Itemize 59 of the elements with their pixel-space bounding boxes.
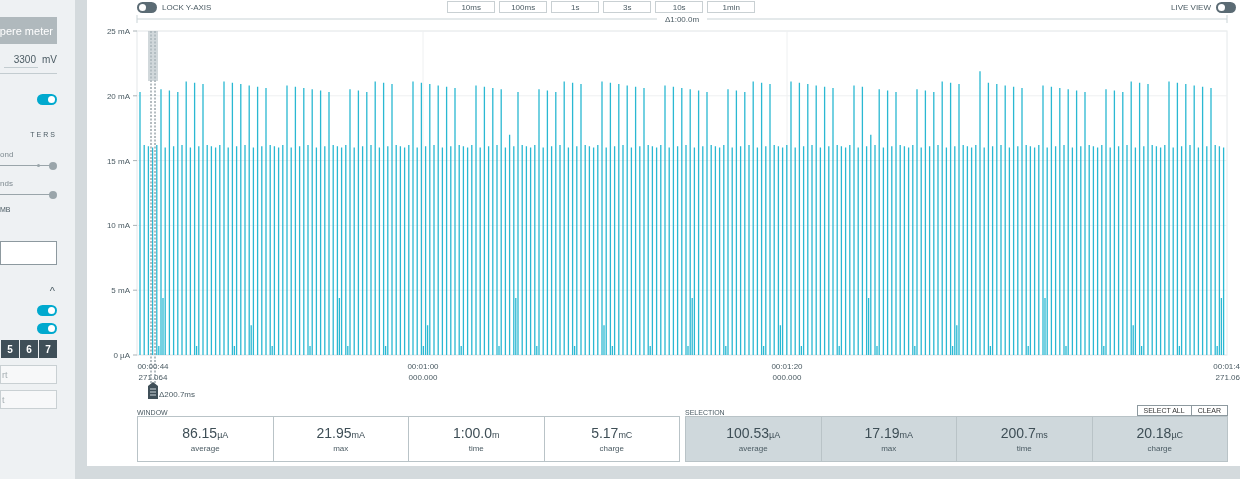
x-axis-label: 00:01:4 — [1213, 362, 1240, 371]
x-axis-label: 000.000 — [772, 373, 802, 382]
slider-label: nds — [0, 179, 14, 188]
x-axis-label: 00:01:20 — [771, 362, 803, 371]
stat-value: 86.15µA — [182, 424, 229, 441]
stat-value: 17.19mA — [864, 424, 913, 441]
voltage-value[interactable]: 3300 — [3, 54, 38, 68]
input-field[interactable]: rt — [0, 365, 57, 384]
zoom-button[interactable]: 10s — [655, 1, 704, 13]
toggle-label: LOCK Y-AXIS — [162, 2, 212, 12]
zoom-button[interactable]: 1s — [551, 1, 600, 13]
y-axis-label: 5 mA — [111, 286, 130, 296]
stat-label: charge — [599, 443, 624, 453]
channel-button[interactable]: 7 — [39, 340, 57, 358]
voltage-unit: mV — [42, 54, 57, 65]
x-axis-label: 00:00:44 — [137, 362, 169, 371]
slider-label: ond — [0, 150, 15, 159]
zoom-button[interactable]: 3s — [603, 1, 652, 13]
y-axis-label: 25 mA — [106, 27, 130, 36]
stat-value: 5.17mC — [591, 424, 633, 441]
stat-value: 20.18µC — [1136, 424, 1184, 441]
zoom-button[interactable]: 1min — [707, 1, 756, 13]
x-axis-label: 00:01:00 — [407, 362, 439, 371]
y-axis-label: 15 mA — [106, 156, 130, 166]
input-field[interactable]: t — [0, 390, 57, 409]
toggle-switch[interactable] — [1216, 1, 1236, 13]
range-label: Δ1:00.0m — [664, 15, 700, 24]
stat-value: 100.53µA — [726, 424, 781, 441]
stat-label: time — [1016, 443, 1032, 453]
input-field[interactable] — [0, 241, 57, 265]
stat-label: average — [190, 443, 220, 453]
stat-label: average — [738, 443, 768, 453]
zoom-button[interactable]: 10ms — [447, 1, 496, 13]
handle-icon[interactable] — [148, 382, 158, 399]
toggle-switch[interactable] — [37, 94, 57, 105]
y-axis-label: 0 µA — [113, 351, 130, 360]
stat-value: 200.7ms — [1000, 424, 1048, 441]
zoom-button[interactable]: 100ms — [499, 1, 548, 13]
x-axis-label: 271.064 — [138, 373, 168, 382]
y-axis-label: 20 mA — [106, 91, 130, 101]
channel-button[interactable]: 6 — [20, 340, 38, 358]
toggle-switch[interactable] — [137, 1, 157, 13]
y-axis-label: 10 mA — [106, 221, 130, 231]
collapse-icon[interactable]: ^ — [49, 285, 55, 297]
channel-button[interactable]: 5 — [1, 340, 19, 358]
stat-label: time — [468, 443, 484, 453]
x-axis-label: 000.000 — [408, 373, 438, 382]
cursor-label: Δ200.7ms — [159, 390, 196, 399]
stat-label: charge — [1147, 443, 1172, 453]
stat-label: max — [881, 443, 897, 453]
stat-value: 1:00.0m — [453, 424, 500, 441]
x-axis-label: 271.06 — [1215, 373, 1240, 382]
stat-value: 21.95mA — [316, 424, 365, 441]
toggle-switch[interactable] — [37, 323, 57, 334]
slider[interactable] — [0, 190, 57, 200]
slider[interactable] — [0, 161, 57, 171]
stat-label: max — [333, 443, 349, 453]
toggle-switch[interactable] — [37, 305, 57, 316]
toggle-label: LIVE VIEW — [1171, 2, 1211, 12]
